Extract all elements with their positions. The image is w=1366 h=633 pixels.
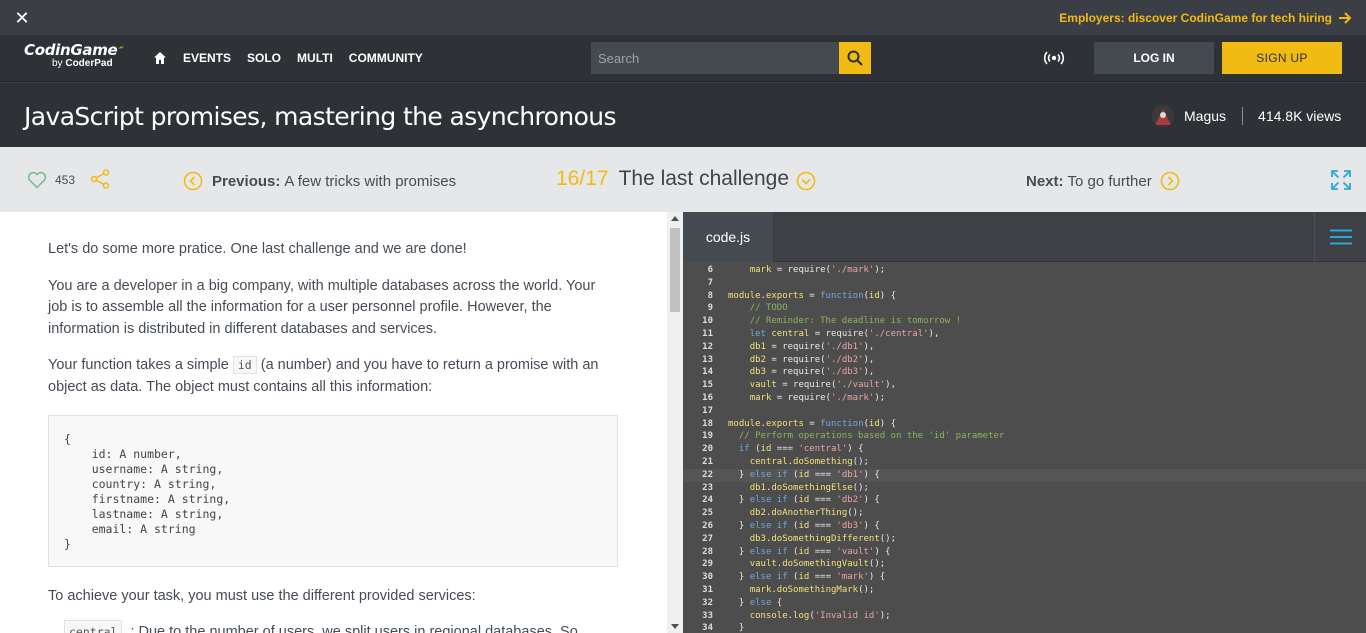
code-line[interactable]: 10 // Reminder: The deadline is tomorrow… bbox=[683, 315, 1366, 328]
editor-tab-bar: code.js bbox=[683, 212, 1366, 262]
code-line[interactable]: 31 mark.doSomethingMark(); bbox=[683, 584, 1366, 597]
object-code-block: { id: A number, username: A string, coun… bbox=[48, 415, 618, 567]
search-icon bbox=[847, 50, 863, 66]
next-title: To go further bbox=[1067, 172, 1152, 190]
nav-menu: EVENTS SOLO MULTI COMMUNITY bbox=[183, 51, 423, 65]
paragraph-function-a: Your function takes a simple bbox=[48, 357, 233, 373]
hiring-link[interactable]: Employers: discover CodinGame for tech h… bbox=[1059, 11, 1352, 25]
code-line[interactable]: 14 db3 = require('./db3'), bbox=[683, 366, 1366, 379]
code-line[interactable]: 25 db2.doAnotherThing(); bbox=[683, 507, 1366, 520]
code-lines[interactable]: 6 mark = require('./mark'); 7 8 module.ex… bbox=[683, 264, 1366, 633]
likes-count: 453 bbox=[55, 173, 76, 187]
home-icon[interactable] bbox=[153, 51, 167, 70]
code-line[interactable]: 24 } else if (id === 'db2') { bbox=[683, 494, 1366, 507]
code-line[interactable]: 28 } else if (id === 'vault') { bbox=[683, 546, 1366, 559]
hiring-link-text[interactable]: Employers: discover CodinGame for tech h… bbox=[1059, 11, 1332, 25]
code-line[interactable]: 26 } else if (id === 'db3') { bbox=[683, 520, 1366, 533]
code-line[interactable]: 20 if (id === 'central') { bbox=[683, 443, 1366, 456]
tab-code-js[interactable]: code.js bbox=[683, 212, 774, 262]
inline-code-id: id bbox=[232, 356, 257, 374]
promo-bar: ✕ Employers: discover CodinGame for tech… bbox=[0, 0, 1366, 35]
chapter-number: 16/17 bbox=[556, 167, 609, 190]
paragraph-context: You are a developer in a big company, wi… bbox=[48, 277, 596, 337]
paragraph-intro: Let's do some more pratice. One last cha… bbox=[48, 241, 467, 257]
code-line[interactable]: 33 console.log('Invalid id'); bbox=[683, 610, 1366, 623]
paragraph-function: Your function takes a simple id (a numbe… bbox=[48, 355, 618, 398]
title-band: JavaScript promises, mastering the async… bbox=[0, 82, 1366, 147]
next-chapter-link[interactable]: Next: To go further bbox=[1026, 171, 1180, 191]
code-line[interactable]: 30 } else if (id === 'mark') { bbox=[683, 571, 1366, 584]
article-body: Let's do some more pratice. One last cha… bbox=[48, 212, 618, 633]
inline-code-central: central bbox=[64, 619, 123, 633]
heart-icon bbox=[27, 171, 47, 189]
search-button[interactable] bbox=[839, 42, 871, 74]
code-line[interactable]: 27 db3.doSomethingDifferent(); bbox=[683, 533, 1366, 546]
hamburger-menu-icon[interactable] bbox=[1314, 212, 1366, 262]
code-line[interactable]: 16 mark = require('./mark'); bbox=[683, 392, 1366, 405]
arrow-right-icon bbox=[1339, 11, 1352, 24]
chapter-title: The last challenge bbox=[618, 167, 790, 190]
like-button[interactable]: 453 bbox=[27, 171, 75, 189]
share-icon[interactable] bbox=[90, 169, 110, 194]
code-line-highlighted[interactable]: 22 } else if (id === 'db1') { bbox=[683, 468, 1366, 482]
list-item-text: : Due to the number of users, we split u… bbox=[130, 623, 578, 633]
article-scrollbar[interactable] bbox=[667, 212, 683, 633]
current-chapter-selector[interactable]: 16/17 The last challenge bbox=[556, 167, 816, 191]
avatar[interactable] bbox=[1152, 105, 1174, 127]
code-line[interactable]: 32 } else { bbox=[683, 597, 1366, 610]
previous-chapter-link[interactable]: Previous: A few tricks with promises bbox=[183, 171, 456, 191]
views-count: 414.8K views bbox=[1258, 108, 1342, 124]
list-item: central : Due to the number of users, we… bbox=[64, 619, 618, 633]
article-panel: Let's do some more pratice. One last cha… bbox=[0, 212, 683, 633]
search-input[interactable] bbox=[591, 42, 839, 74]
code-line[interactable]: 15 vault = require('./vault'), bbox=[683, 379, 1366, 392]
chevron-right-circle-icon bbox=[1160, 171, 1180, 191]
scroll-up-arrow[interactable] bbox=[671, 216, 679, 221]
broadcast-icon[interactable] bbox=[1042, 51, 1066, 70]
search-box bbox=[591, 42, 871, 74]
code-line[interactable]: 21 central.doSomething(); bbox=[683, 456, 1366, 469]
logo-by-text: by bbox=[52, 58, 63, 69]
code-line[interactable]: 9 // TODO bbox=[683, 302, 1366, 315]
scroll-down-arrow[interactable] bbox=[671, 624, 679, 629]
previous-label: Previous: bbox=[212, 172, 281, 190]
code-line[interactable]: 11 let central = require('./central'), bbox=[683, 328, 1366, 341]
nav-item-solo[interactable]: SOLO bbox=[247, 51, 281, 65]
scroll-thumb[interactable] bbox=[670, 228, 680, 312]
code-line[interactable]: 29 vault.doSomethingVault(); bbox=[683, 558, 1366, 571]
code-line[interactable]: 34 } bbox=[683, 622, 1366, 633]
chapter-nav: 453 Previous: A few tricks with promises… bbox=[0, 147, 1366, 212]
login-button[interactable]: LOG IN bbox=[1094, 42, 1214, 74]
nav-item-community[interactable]: COMMUNITY bbox=[349, 51, 423, 65]
page-title: JavaScript promises, mastering the async… bbox=[24, 102, 617, 131]
divider bbox=[1242, 107, 1244, 125]
chevron-left-circle-icon bbox=[183, 171, 203, 191]
author-name[interactable]: Magus bbox=[1184, 108, 1226, 124]
code-line[interactable]: 8 module.exports = function(id) { bbox=[683, 290, 1366, 303]
close-icon[interactable]: ✕ bbox=[14, 9, 30, 27]
code-line[interactable]: 17 bbox=[683, 405, 1366, 418]
previous-title: A few tricks with promises bbox=[284, 172, 457, 190]
code-line[interactable]: 23 db1.doSomethingElse(); bbox=[683, 482, 1366, 495]
nav-item-multi[interactable]: MULTI bbox=[297, 51, 333, 65]
signup-button[interactable]: SIGN UP bbox=[1222, 42, 1342, 74]
paragraph-services: To achieve your task, you must use the d… bbox=[48, 588, 476, 604]
main-nav: CodinGame˝ by CoderPad EVENTS SOLO MULTI… bbox=[0, 35, 1366, 82]
logo-sub-text: CoderPad bbox=[65, 58, 113, 69]
code-line[interactable]: 13 db2 = require('./db2'), bbox=[683, 354, 1366, 367]
next-label: Next: bbox=[1026, 172, 1064, 190]
code-line[interactable]: 18 module.exports = function(id) { bbox=[683, 418, 1366, 431]
code-line[interactable]: 6 mark = require('./mark'); bbox=[683, 264, 1366, 277]
chevron-down-circle-icon bbox=[796, 171, 816, 191]
fullscreen-icon[interactable] bbox=[1330, 169, 1352, 196]
nav-item-events[interactable]: EVENTS bbox=[183, 51, 231, 65]
author-info: Magus 414.8K views bbox=[1152, 105, 1341, 127]
codingame-logo[interactable]: CodinGame˝ by CoderPad bbox=[24, 41, 123, 69]
code-line[interactable]: 7 bbox=[683, 277, 1366, 290]
code-line[interactable]: 12 db1 = require('./db1'), bbox=[683, 341, 1366, 354]
code-editor: code.js 6 mark = require('./mark'); 7 8m… bbox=[683, 212, 1366, 633]
logo-main-text: CodinGame bbox=[24, 41, 118, 59]
code-line[interactable]: 19 // Perform operations based on the 'i… bbox=[683, 430, 1366, 443]
